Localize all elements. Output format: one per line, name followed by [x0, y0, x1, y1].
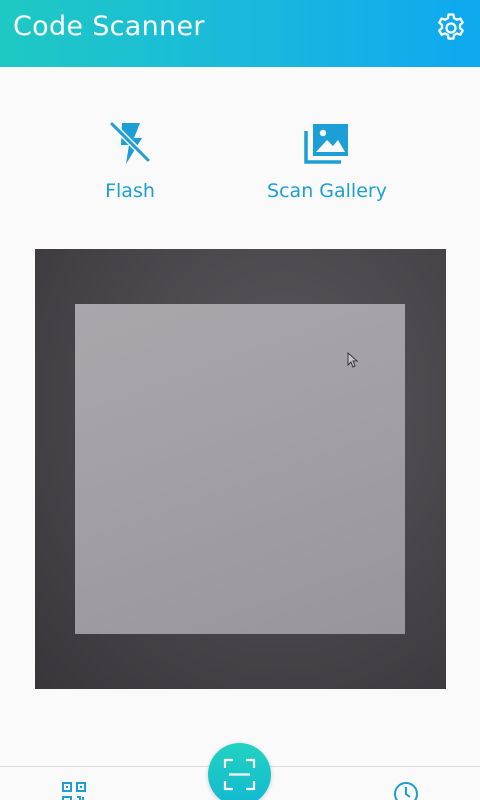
scan-gallery-label: Scan Gallery — [267, 180, 387, 202]
flash-label: Flash — [105, 180, 155, 202]
app-title: Code Scanner — [13, 11, 205, 42]
flash-off-icon — [106, 118, 154, 168]
history-clock-icon[interactable] — [393, 781, 419, 800]
gallery-icon — [303, 118, 351, 168]
camera-preview[interactable] — [35, 249, 446, 689]
scan-frame-icon — [223, 758, 256, 791]
camera-view-monitor — [75, 304, 405, 634]
scan-gallery-button[interactable]: Scan Gallery — [255, 118, 399, 202]
app-root: Code Scanner Flash Scan Gallery — [0, 0, 480, 800]
gear-icon[interactable] — [434, 11, 468, 45]
app-header: Code Scanner — [0, 0, 480, 67]
scan-button[interactable] — [208, 743, 271, 800]
qr-code-icon[interactable] — [61, 781, 87, 800]
mouse-pointer-icon — [347, 352, 359, 368]
flash-button[interactable]: Flash — [80, 118, 180, 202]
